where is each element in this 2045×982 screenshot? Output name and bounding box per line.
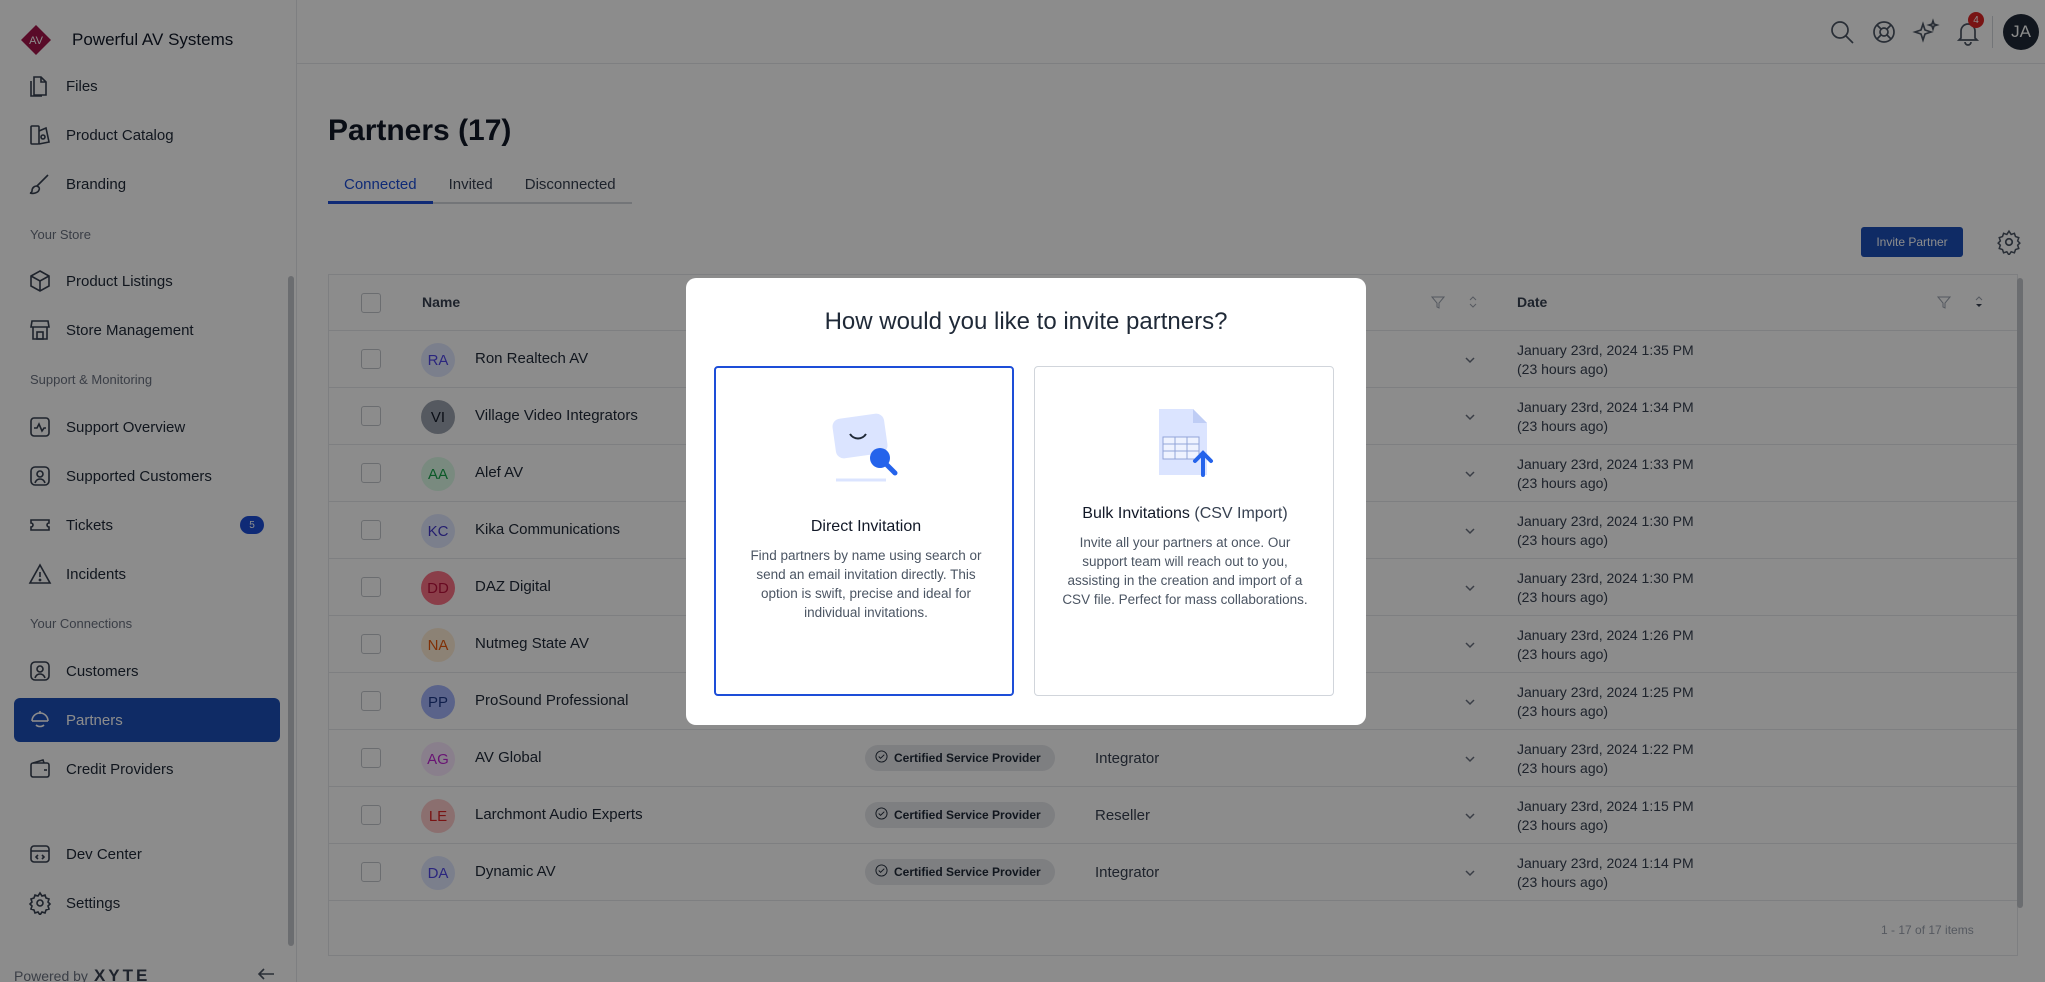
invite-partners-modal: How would you like to invite partners? D…	[686, 278, 1366, 725]
bulk-invitations-title-text: Bulk Invitations	[1082, 505, 1190, 522]
csv-import-label: (CSV Import)	[1194, 505, 1288, 522]
bulk-invitations-description: Invite all your partners at once. Our su…	[1062, 535, 1308, 607]
bulk-invitations-title: Bulk Invitations (CSV Import)	[1045, 505, 1325, 523]
bulk-invitations-option[interactable]: Bulk Invitations (CSV Import) Invite all…	[1034, 366, 1334, 696]
direct-invitation-title: Direct Invitation	[810, 518, 922, 535]
direct-invitation-option[interactable]: Direct Invitation Find partners by name …	[714, 366, 1014, 696]
direct-invitation-description: Find partners by name using search or se…	[750, 548, 982, 620]
envelope-search-icon	[832, 413, 898, 482]
modal-title: How would you like to invite partners?	[824, 308, 1228, 335]
csv-upload-icon	[1159, 409, 1213, 477]
